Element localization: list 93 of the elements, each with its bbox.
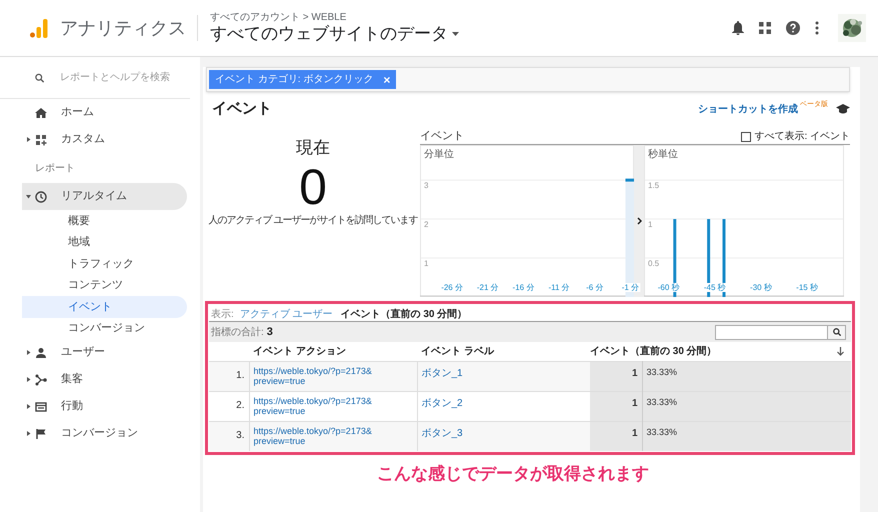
view-selector[interactable]: すべてのウェブサイトのデータ bbox=[210, 22, 459, 44]
annotation-caption: こんな感じでデータが取得されます bbox=[377, 463, 649, 485]
url-link[interactable]: https://weble.tokyo/?p=2173&preview=true bbox=[254, 366, 416, 386]
label-link[interactable]: ボタン_1 bbox=[422, 368, 463, 378]
section-label: レポート bbox=[35, 162, 75, 176]
search-field[interactable]: レポートとヘルプを検索 bbox=[60, 70, 190, 85]
url-link[interactable]: https://weble.tokyo/?p=2173&preview=true bbox=[254, 396, 416, 416]
x-tick-label: -26 分 bbox=[440, 283, 464, 292]
y-tick-label: 1.5 bbox=[648, 182, 660, 190]
x-tick-label: -1 分 bbox=[620, 283, 640, 292]
total-label: 指標の合計: bbox=[211, 326, 264, 340]
nav-subitem[interactable]: コンテンツ bbox=[22, 274, 187, 296]
collapsed-caret-icon[interactable] bbox=[26, 431, 31, 436]
column-header: イベント アクション bbox=[249, 342, 417, 361]
y-tick-label: 0.5 bbox=[648, 260, 660, 268]
collapsed-caret-icon[interactable] bbox=[26, 137, 31, 142]
x-tick-label: -45 秒 bbox=[702, 283, 727, 292]
row-index: 3. bbox=[209, 421, 249, 451]
y-tick-label: 1 bbox=[648, 221, 652, 230]
nav-subitem[interactable]: コンバージョン bbox=[22, 318, 187, 339]
caret-icon[interactable] bbox=[452, 32, 459, 36]
url-link[interactable]: https://weble.tokyo/?p=2173&preview=true bbox=[254, 426, 416, 446]
x-tick-label: -15 秒 bbox=[795, 283, 819, 292]
table-cell: 1 bbox=[590, 421, 642, 451]
nav-subitem[interactable]: 概要 bbox=[22, 210, 187, 232]
table-cell: 1 bbox=[590, 361, 642, 391]
nav-subitem[interactable]: 地域 bbox=[22, 232, 187, 253]
collapsed-caret-icon[interactable] bbox=[26, 377, 31, 382]
table-cell: 33.33% bbox=[642, 421, 851, 451]
branch-icon bbox=[35, 374, 47, 386]
more-menu-icon[interactable] bbox=[815, 21, 819, 35]
search-icon[interactable] bbox=[832, 328, 840, 336]
nav-item[interactable]: ホーム bbox=[61, 104, 94, 121]
analytics-logo-icon bbox=[30, 18, 48, 38]
nav-item[interactable]: ユーザー bbox=[61, 344, 105, 361]
active-user-count: 0 bbox=[299, 160, 327, 212]
collapsed-caret-icon[interactable] bbox=[26, 350, 31, 355]
table-search-field[interactable] bbox=[715, 324, 846, 340]
page-title: イベント bbox=[212, 98, 272, 119]
apps-grid-icon[interactable] bbox=[759, 22, 771, 34]
label-link[interactable]: ボタン_2 bbox=[422, 398, 463, 408]
y-tick-label: 3 bbox=[424, 182, 428, 190]
x-tick-label: -11 分 bbox=[548, 283, 571, 292]
x-tick-label: -30 秒 bbox=[749, 283, 773, 292]
table-cell: 33.33% bbox=[642, 391, 851, 421]
checkbox[interactable] bbox=[741, 132, 752, 142]
view-tab[interactable]: イベント（直前の 30 分間） bbox=[340, 307, 468, 322]
row-index: 1. bbox=[209, 361, 249, 391]
filter-chip[interactable]: イベント カテゴリ: ボタンクリック × bbox=[209, 70, 396, 89]
nav-item[interactable]: コンバージョン bbox=[61, 425, 138, 442]
collapsed-caret-icon[interactable] bbox=[26, 404, 31, 409]
view-label: 表示: bbox=[211, 308, 234, 322]
current-label: 現在 bbox=[296, 137, 330, 159]
x-tick-label: -6 分 bbox=[585, 283, 604, 292]
close-icon[interactable]: × bbox=[383, 70, 390, 88]
y-tick-label: 2 bbox=[424, 221, 428, 230]
nav-item[interactable]: 集客 bbox=[61, 371, 83, 388]
label-link[interactable]: ボタン_3 bbox=[422, 428, 463, 438]
shortcut-link[interactable]: ショートカットを作成 bbox=[698, 102, 798, 116]
table-cell: 33.33% bbox=[642, 361, 851, 391]
nav-item[interactable]: リアルタイム bbox=[61, 188, 127, 205]
grid-icon bbox=[35, 134, 47, 146]
total-value: 3 bbox=[266, 324, 273, 340]
nav-subitem[interactable]: トラフィック bbox=[22, 253, 187, 274]
expanded-caret-icon[interactable] bbox=[26, 194, 31, 199]
column-header: イベント ラベル bbox=[417, 342, 590, 361]
help-icon[interactable] bbox=[786, 21, 800, 35]
chart-panel-title: 分単位 bbox=[424, 148, 454, 162]
product-name: アナリティクス bbox=[60, 16, 186, 40]
home-icon bbox=[35, 106, 47, 118]
breadcrumb[interactable]: すべてのアカウント > WEBLE bbox=[210, 12, 459, 22]
flag-icon bbox=[35, 428, 47, 440]
chevron-right-icon[interactable] bbox=[636, 217, 642, 225]
nav-subitem[interactable]: イベント bbox=[22, 296, 187, 318]
nav-item[interactable]: 行動 bbox=[61, 398, 83, 415]
window-icon bbox=[35, 400, 47, 412]
x-tick-label: -60 秒 bbox=[656, 283, 680, 292]
sort-arrow-icon[interactable] bbox=[837, 346, 844, 356]
chart-title: イベント bbox=[420, 128, 464, 144]
clock-icon bbox=[35, 190, 47, 202]
y-tick-label: 1 bbox=[424, 260, 428, 268]
search-icon bbox=[35, 72, 44, 84]
row-index: 2. bbox=[209, 391, 249, 421]
active-user-caption: 人のアクティブ ユーザーがサイトを訪問しています bbox=[208, 214, 418, 228]
table-cell: 1 bbox=[590, 391, 642, 421]
notifications-icon[interactable] bbox=[732, 21, 744, 35]
x-tick-label: -16 分 bbox=[512, 283, 536, 292]
x-tick-label: -21 分 bbox=[476, 283, 500, 292]
column-header: イベント（直前の 30 分間） bbox=[590, 342, 837, 361]
chart-panel-title: 秒単位 bbox=[648, 148, 678, 162]
person-icon bbox=[35, 346, 47, 358]
graduation-cap-icon[interactable] bbox=[836, 104, 850, 114]
nav-item[interactable]: カスタム bbox=[61, 131, 105, 148]
